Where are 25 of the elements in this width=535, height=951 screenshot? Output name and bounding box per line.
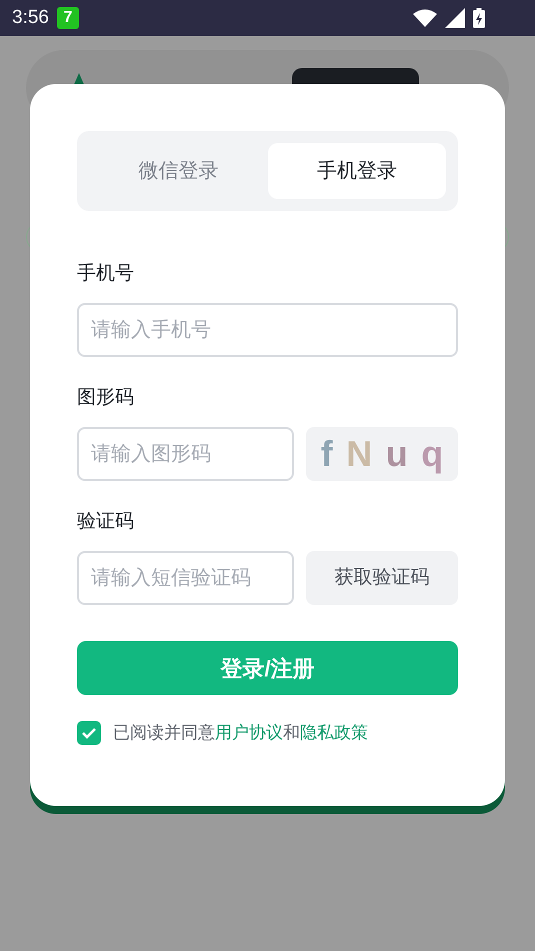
login-button[interactable]: 登录/注册 — [77, 641, 458, 695]
wifi-icon — [413, 9, 437, 27]
app-badge: 7 — [56, 7, 79, 29]
captcha-character: q — [421, 436, 444, 472]
captcha-character: f — [320, 436, 333, 472]
captcha-character: N — [346, 436, 372, 472]
agree-checkbox[interactable] — [77, 720, 101, 745]
signal-icon — [445, 8, 465, 28]
field-label: 手机号 — [77, 262, 135, 286]
input-field[interactable]: 请输入短信验证码 — [77, 551, 294, 605]
captcha-image[interactable]: f N u q — [306, 427, 458, 481]
input-field[interactable]: 请输入图形码 — [77, 427, 294, 481]
login-tab[interactable]: 手机登录 — [268, 143, 446, 199]
user-agreement-link[interactable]: 用户协议 — [215, 723, 283, 742]
battery-icon — [473, 8, 485, 28]
field-label: 图形码 — [77, 386, 135, 410]
login-tab[interactable]: 微信登录 — [89, 143, 268, 199]
agreement-text: 已阅读并同意用户协议和隐私政策 — [113, 722, 368, 744]
status-time: 3:56 — [12, 6, 49, 30]
check-icon — [82, 726, 96, 739]
captcha-character: u — [386, 436, 408, 472]
get-code-button[interactable]: 获取验证码 — [306, 551, 458, 605]
input-field[interactable]: 请输入手机号 — [77, 303, 458, 357]
privacy-policy-link[interactable]: 隐私政策 — [300, 723, 368, 742]
field-label: 验证码 — [77, 510, 135, 534]
